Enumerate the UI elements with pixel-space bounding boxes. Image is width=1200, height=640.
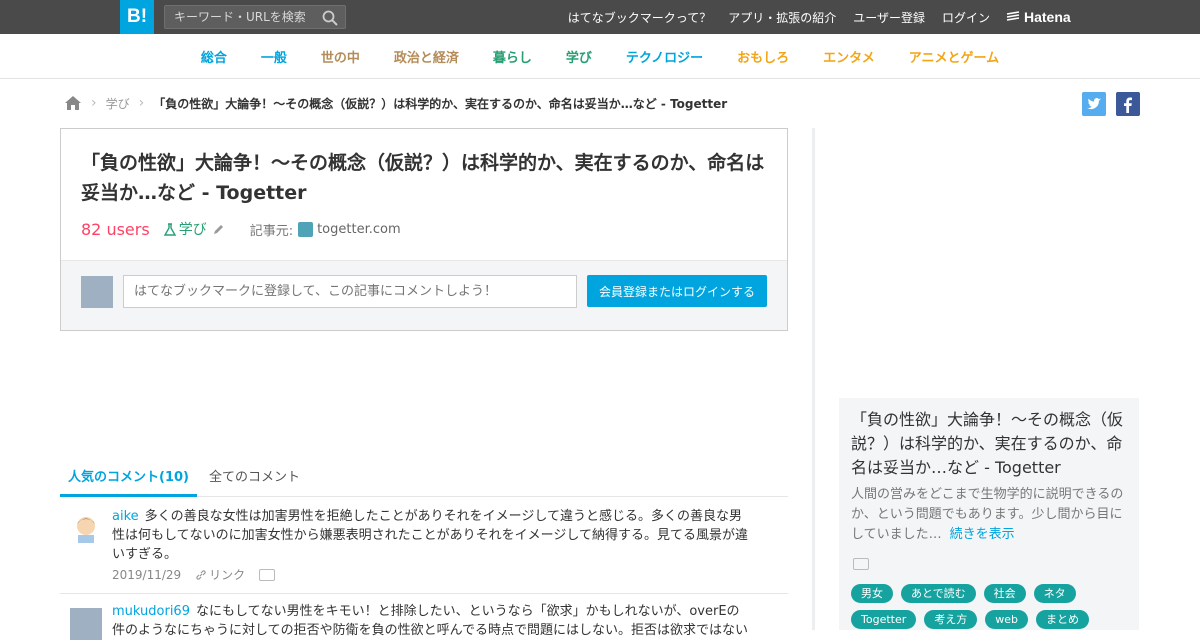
tag[interactable]: Togetter xyxy=(851,610,917,629)
entry-meta: 82 users 学び 記事元: togetter.com xyxy=(81,219,401,239)
chevron-right-icon: › xyxy=(138,95,145,111)
comment-body: aike 多くの善良な女性は加害男性を拒絶したことがありそれをイメージして違うと感… xyxy=(112,507,752,564)
tab-popular-comments[interactable]: 人気のコメント(10) xyxy=(60,460,197,497)
facebook-share-icon[interactable] xyxy=(1116,92,1140,116)
link-icon xyxy=(196,569,206,580)
comment-item: aike 多くの善良な女性は加害男性を拒絶したことがありそれをイメージして違うと感… xyxy=(60,497,788,594)
comment-date[interactable]: 2019/11/29 xyxy=(112,568,181,582)
category-social[interactable]: 世の中 xyxy=(321,47,360,66)
tab-all-comments[interactable]: 全てのコメント xyxy=(209,460,300,497)
flask-icon xyxy=(163,222,176,236)
category-general-all[interactable]: 総合 xyxy=(201,47,227,66)
comment-input[interactable] xyxy=(123,275,577,308)
source-favicon-icon xyxy=(298,221,314,237)
avatar[interactable] xyxy=(70,608,102,640)
read-more-link[interactable]: 続きを表示 xyxy=(950,527,1015,542)
apps-link[interactable]: アプリ・拡張の紹介 xyxy=(728,9,836,26)
source-domain[interactable]: togetter.com xyxy=(317,222,401,237)
category-it[interactable]: テクノロジー xyxy=(626,47,703,66)
users-count[interactable]: 82 users xyxy=(81,220,150,239)
search-box xyxy=(164,5,346,29)
tag[interactable]: あとで読む xyxy=(901,584,976,603)
user-avatar-placeholder xyxy=(81,276,113,308)
breadcrumb-current: 「負の性欲」大論争！～その概念（仮説？）は科学的か、実在するのか、命名は妥当か…… xyxy=(153,96,728,111)
search-input[interactable] xyxy=(165,6,315,28)
category-fun[interactable]: おもしろ xyxy=(737,47,789,66)
hatena-bookmark-logo[interactable]: B! xyxy=(120,0,154,34)
search-icon[interactable] xyxy=(322,10,338,26)
image-icon[interactable] xyxy=(853,558,869,570)
comment-bar: 会員登録またはログインする xyxy=(61,260,787,330)
global-header: B! はてなブックマークって？ アプリ・拡張の紹介 ユーザー登録 ログイン Ha… xyxy=(0,0,1200,34)
comment-link-label: リンク xyxy=(209,568,246,582)
tag[interactable]: ネタ xyxy=(1033,584,1076,603)
tag[interactable]: 考え方 xyxy=(924,610,978,629)
entry-category-label: 学び xyxy=(178,222,207,238)
category-knowledge[interactable]: 学び xyxy=(566,47,592,66)
category-nav: 総合 一般 世の中 政治と経済 暮らし 学び テクノロジー おもしろ エンタメ … xyxy=(0,34,1200,79)
hatena-logo-icon xyxy=(1006,11,1020,21)
comment-body: mukudori69 なにもしてない男性をキモい！と排除したい、というなら「欲求」… xyxy=(112,602,752,640)
tag-list: 男女 あとで読む 社会 ネタ Togetter 考え方 web まとめ xyxy=(851,584,1131,636)
tag[interactable]: 男女 xyxy=(851,584,893,603)
category-economics[interactable]: 政治と経済 xyxy=(394,47,459,66)
twitter-share-icon[interactable] xyxy=(1082,92,1106,116)
hatena-brand[interactable]: Hatena xyxy=(1006,7,1071,27)
image-icon[interactable] xyxy=(259,568,276,581)
entry-box: 「負の性欲」大論争！～その概念（仮説？）は科学的か、実在するのか、命名は妥当か…… xyxy=(60,128,788,331)
source-label: 記事元: xyxy=(249,223,294,239)
header-links: はてなブックマークって？ アプリ・拡張の紹介 ユーザー登録 ログイン xyxy=(551,0,990,34)
hatena-brand-label: Hatena xyxy=(1024,9,1071,25)
comment-text: なにもしてない男性をキモい！と排除したい、というなら「欲求」かもしれないが、ov… xyxy=(112,604,748,638)
tag[interactable]: web xyxy=(985,610,1028,629)
comment-username[interactable]: mukudori69 xyxy=(112,604,190,619)
sidebar-entry-summary: 「負の性欲」大論争！～その概念（仮説？）は科学的か、実在するのか、命名は妥当か…… xyxy=(839,398,1139,630)
comment-link[interactable]: リンク xyxy=(195,566,245,583)
login-link[interactable]: ログイン xyxy=(942,9,990,26)
entry-title[interactable]: 「負の性欲」大論争！～その概念（仮説？）は科学的か、実在するのか、命名は妥当か…… xyxy=(81,148,771,208)
comment-footer: 2019/11/29 リンク xyxy=(112,566,276,583)
signup-link[interactable]: ユーザー登録 xyxy=(853,9,925,26)
entry-category[interactable]: 学び xyxy=(163,219,228,239)
category-entertainment[interactable]: エンタメ xyxy=(823,47,875,66)
comment-tabs: 人気のコメント(10) 全てのコメント xyxy=(60,460,788,497)
signup-login-button[interactable]: 会員登録またはログインする xyxy=(587,275,767,307)
comment-text: 多くの善良な女性は加害男性を拒絶したことがありそれをイメージして違うと感じる。多… xyxy=(112,509,748,562)
category-life[interactable]: 暮らし xyxy=(493,47,532,66)
about-link[interactable]: はてなブックマークって？ xyxy=(568,9,711,26)
sidebar-description: 人間の営みをどこまで生物学的に説明できるのか、という問題でもあります。少し間から… xyxy=(851,485,1131,545)
sidebar-title[interactable]: 「負の性欲」大論争！～その概念（仮説？）は科学的か、実在するのか、命名は妥当か…… xyxy=(851,408,1131,480)
category-general[interactable]: 一般 xyxy=(261,47,287,66)
pencil-icon[interactable] xyxy=(212,223,225,236)
chevron-right-icon: › xyxy=(91,95,97,111)
comment-username[interactable]: aike xyxy=(112,509,139,524)
tag[interactable]: まとめ xyxy=(1036,610,1089,629)
category-game[interactable]: アニメとゲーム xyxy=(909,47,999,66)
tag[interactable]: 社会 xyxy=(983,584,1026,603)
home-icon[interactable] xyxy=(64,95,82,111)
comment-item: mukudori69 なにもしてない男性をキモい！と排除したい、というなら「欲求」… xyxy=(60,594,788,640)
breadcrumb: › 学び › 「負の性欲」大論争！～その概念（仮説？）は科学的か、実在するのか、… xyxy=(64,93,727,113)
avatar[interactable] xyxy=(72,513,100,543)
breadcrumb-category[interactable]: 学び xyxy=(106,95,130,112)
column-divider xyxy=(812,128,815,630)
